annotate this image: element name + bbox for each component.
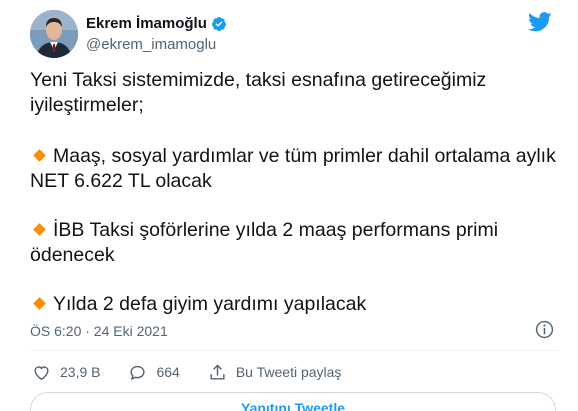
reply-tweet-button[interactable]: Yanıtını Tweetle — [30, 392, 556, 411]
share-button[interactable]: Bu Tweeti paylaş — [208, 363, 342, 382]
tweet-item: İBB Taksi şoförlerine yılda 2 maaş perfo… — [30, 218, 558, 268]
tweet-intro: Yeni Taksi sistemimizde, taksi esnafına … — [30, 69, 487, 116]
author-display-name[interactable]: Ekrem İmamoğlu — [86, 15, 207, 33]
orange-diamond-icon — [33, 297, 46, 311]
info-icon[interactable] — [535, 320, 554, 339]
like-count: 23,9 B — [60, 364, 101, 380]
avatar[interactable] — [30, 10, 78, 58]
tweet-item-text: Maaş, sosyal yardımlar ve tüm primler da… — [30, 145, 556, 192]
tweet-item: Yılda 2 defa giyim yardımı yapılacak — [30, 292, 558, 317]
comment-icon — [130, 365, 146, 380]
tweet-item-text: İBB Taksi şoförlerine yılda 2 maaş perfo… — [30, 219, 499, 266]
tweet-header: Ekrem İmamoğlu @ekrem_imamoglu — [30, 10, 558, 60]
tweet-timestamp[interactable]: ÖS 6:20 · 24 Eki 2021 — [30, 322, 168, 340]
tweet-card: Ekrem İmamoğlu @ekrem_imamoglu Yeni Taks… — [0, 0, 578, 411]
avatar-image — [30, 10, 78, 58]
orange-diamond-icon — [33, 223, 46, 237]
tweet-body: Yeni Taksi sistemimizde, taksi esnafına … — [30, 68, 558, 341]
share-icon — [210, 363, 225, 380]
orange-diamond-icon — [33, 149, 46, 163]
divider — [30, 350, 558, 351]
tweet-item-text: Yılda 2 defa giyim yardımı yapılacak — [53, 293, 367, 315]
tweet-item: Maaş, sosyal yardımlar ve tüm primler da… — [30, 144, 558, 194]
name-row: Ekrem İmamoğlu — [86, 15, 227, 33]
twitter-bird-icon[interactable] — [528, 12, 552, 32]
heart-icon — [34, 365, 49, 380]
author-handle[interactable]: @ekrem_imamoglu — [86, 35, 227, 55]
like-button[interactable]: 23,9 B — [32, 363, 100, 382]
share-label: Bu Tweeti paylaş — [235, 364, 342, 380]
tweet-actions: 23,9 B 664 Bu Tweeti paylaş — [32, 360, 369, 384]
comment-button[interactable]: 664 — [128, 363, 180, 382]
author-info: Ekrem İmamoğlu @ekrem_imamoglu — [86, 15, 227, 55]
comment-count: 664 — [156, 364, 180, 380]
verified-badge-icon — [211, 17, 226, 31]
